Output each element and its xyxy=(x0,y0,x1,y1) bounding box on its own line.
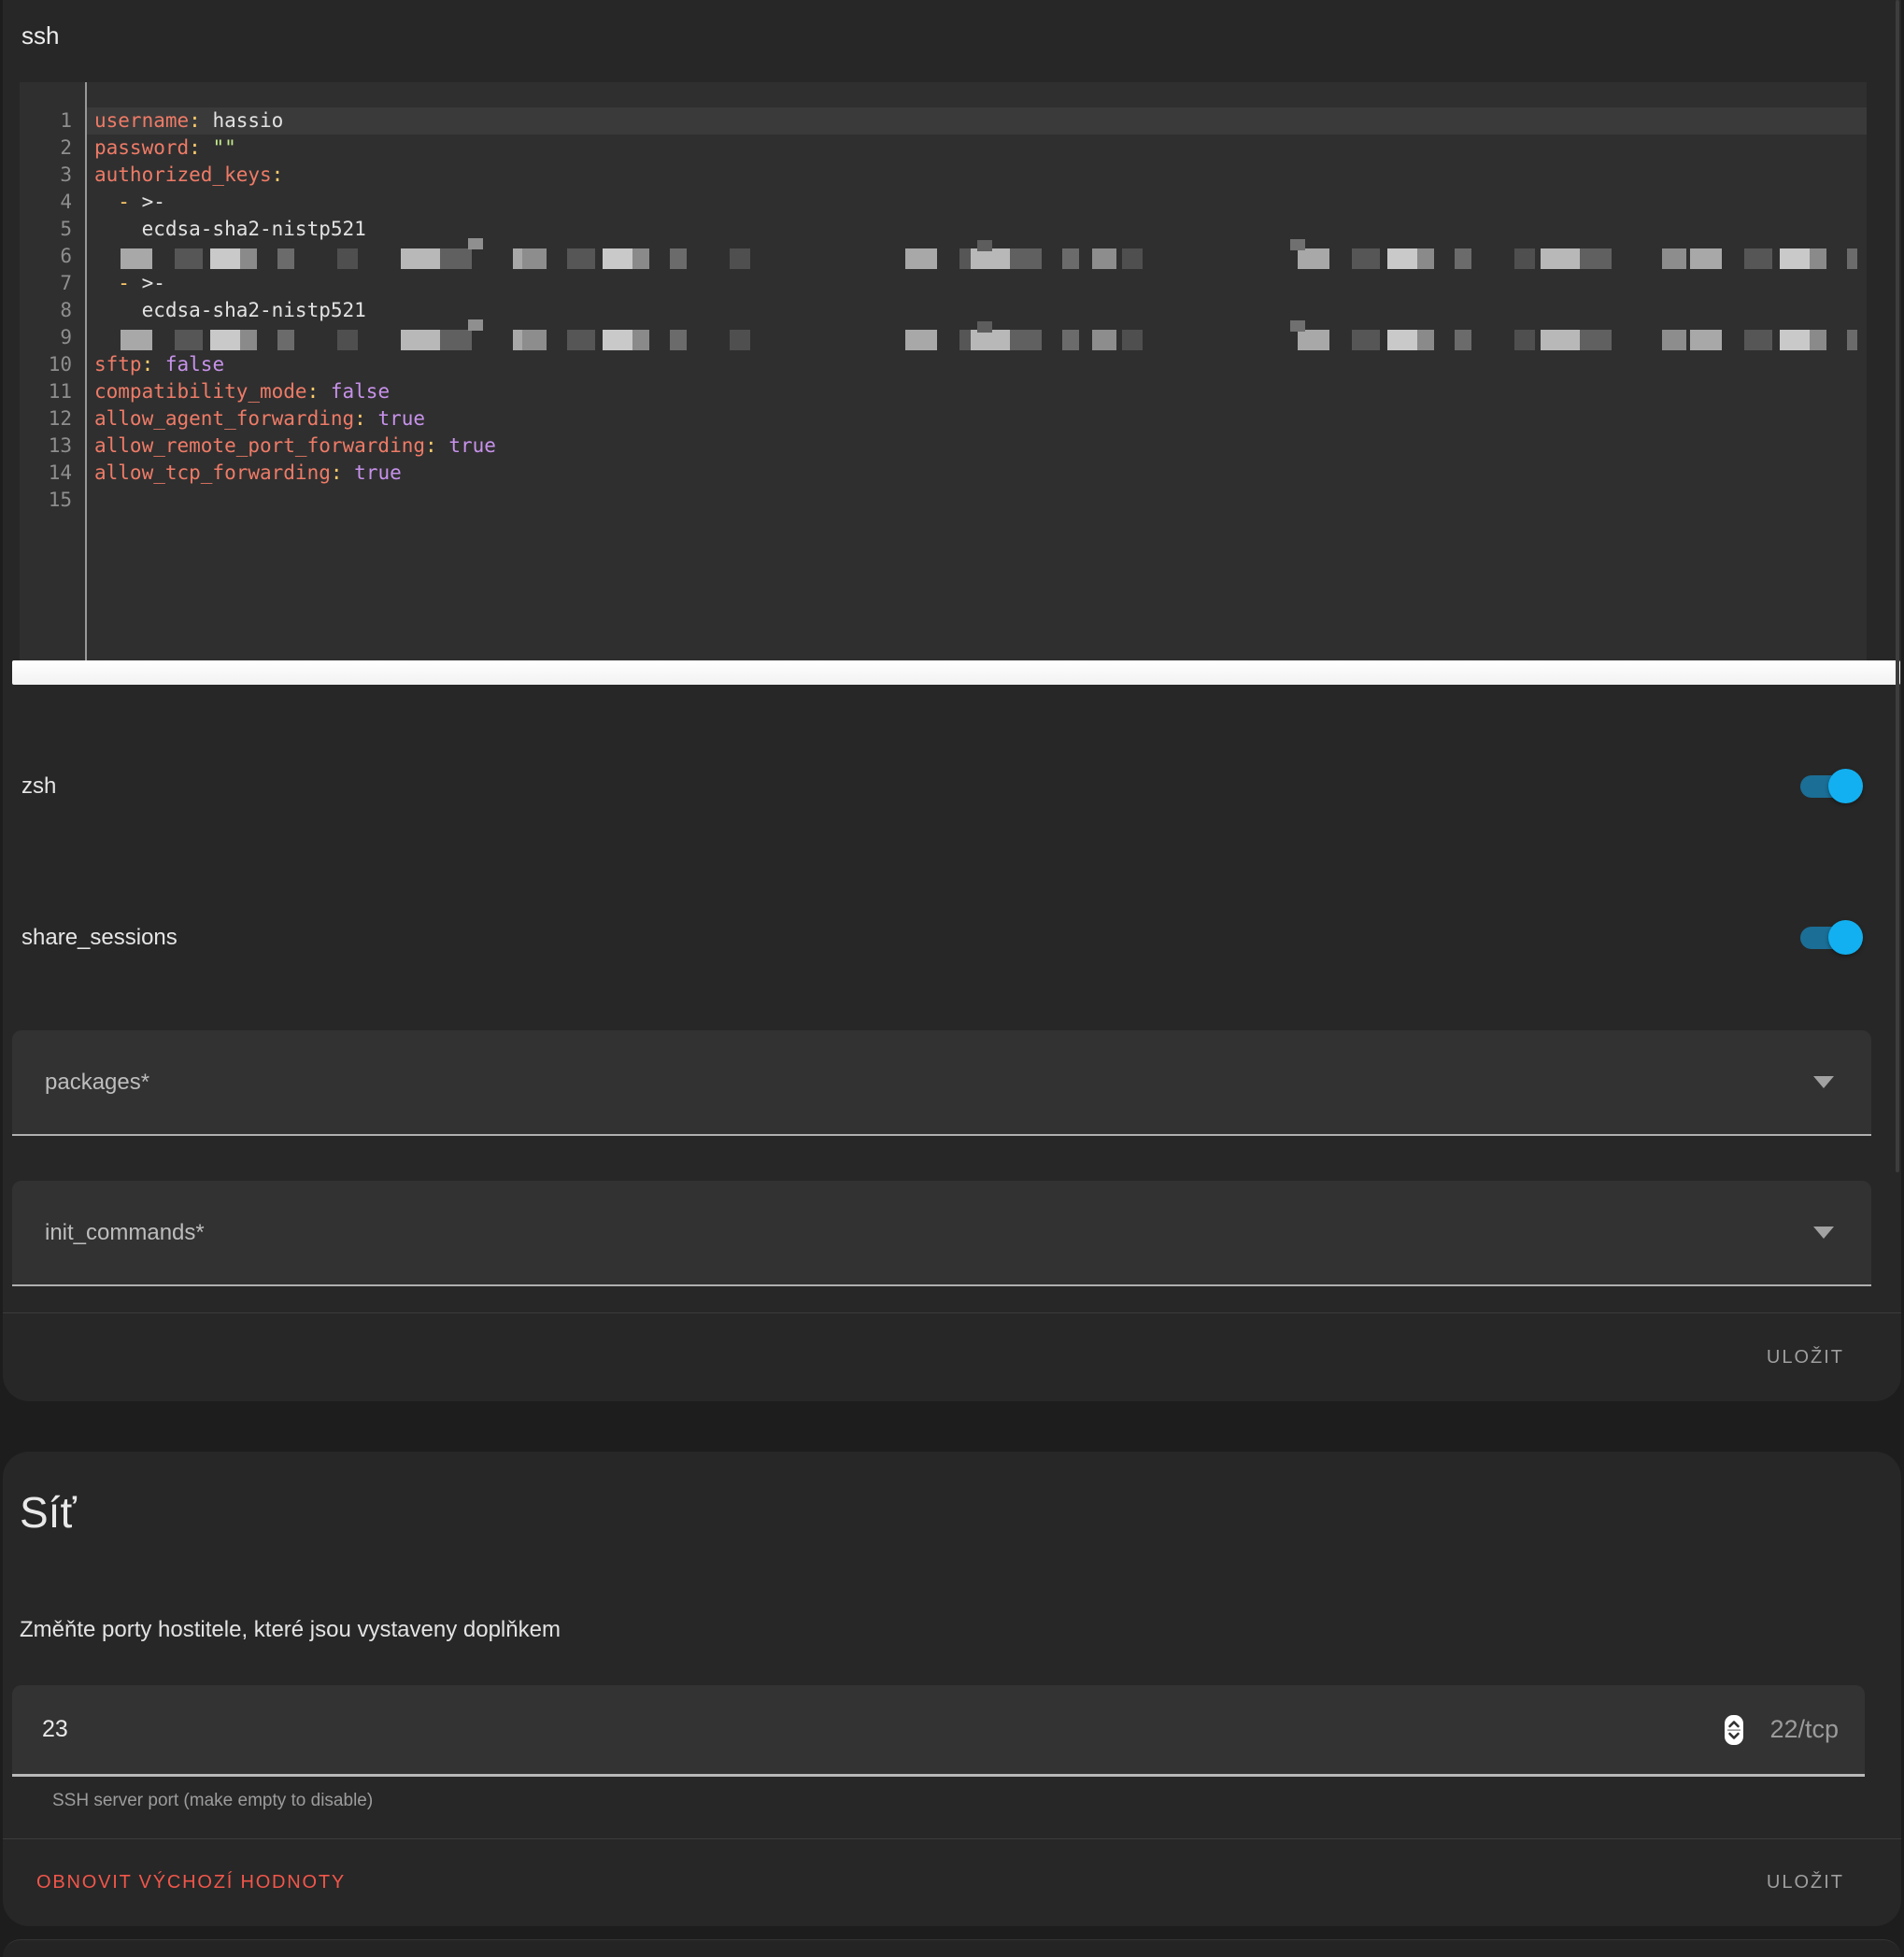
yaml-config-editor[interactable]: 1username: hassio2password: ""3authorize… xyxy=(20,82,1867,660)
reset-defaults-button[interactable]: OBNOVIT VÝCHOZÍ HODNOTY xyxy=(31,1871,351,1894)
network-card-footer: OBNOVIT VÝCHOZÍ HODNOTY ULOŽIT xyxy=(3,1838,1901,1926)
code-line: 10sftp: false xyxy=(20,351,1867,378)
ssh-config-card: ssh 1username: hassio2password: ""3autho… xyxy=(3,0,1901,1401)
line-number: 13 xyxy=(20,433,85,460)
code-line: 9 xyxy=(20,324,1867,351)
line-number: 8 xyxy=(20,297,85,324)
code-line: 7 - >- xyxy=(20,270,1867,297)
save-button[interactable]: ULOŽIT xyxy=(1761,1346,1850,1369)
line-number: 9 xyxy=(20,324,85,351)
chevron-down-icon xyxy=(1813,1227,1834,1239)
toggle-knob xyxy=(1828,769,1863,803)
init-commands-dropdown-label: init_commands* xyxy=(45,1220,205,1246)
zsh-toggle-row: zsh xyxy=(17,766,1887,807)
code-line: 1username: hassio xyxy=(20,107,1867,135)
yaml-code-lines: 1username: hassio2password: ""3authorize… xyxy=(20,82,1867,514)
share-sessions-toggle-row: share_sessions xyxy=(17,917,1887,958)
line-number: 1 xyxy=(20,107,85,135)
network-section-description: Změňte porty hostitele, které jsou vysta… xyxy=(17,1616,1887,1644)
line-number: 14 xyxy=(20,460,85,487)
line-number: 6 xyxy=(20,243,85,270)
line-number: 3 xyxy=(20,162,85,189)
code-line: 6 xyxy=(20,243,1867,270)
share-sessions-toggle-label: share_sessions xyxy=(17,925,178,951)
ssh-port-helper-text: SSH server port (make empty to disable) xyxy=(52,1790,1887,1812)
code-line: 12allow_agent_forwarding: true xyxy=(20,405,1867,433)
line-number: 7 xyxy=(20,270,85,297)
redacted-ssh-key xyxy=(121,330,1857,350)
editor-horizontal-scrollbar[interactable] xyxy=(12,660,1900,685)
init-commands-dropdown[interactable]: init_commands* xyxy=(12,1181,1871,1286)
port-stepper-icon[interactable] xyxy=(1725,1715,1743,1745)
container-port-label: 22/tcp xyxy=(1769,1715,1839,1744)
share-sessions-toggle[interactable] xyxy=(1800,920,1863,956)
network-card: Síť Změňte porty hostitele, které jsou v… xyxy=(3,1452,1901,1926)
redacted-ssh-key xyxy=(121,248,1857,269)
code-line: 4 - >- xyxy=(20,189,1867,216)
packages-dropdown[interactable]: packages* xyxy=(12,1030,1871,1136)
chevron-down-icon xyxy=(1813,1076,1834,1088)
code-line: 5 ecdsa-sha2-nistp521 xyxy=(20,216,1867,243)
line-number: 15 xyxy=(20,487,85,514)
line-number: 11 xyxy=(20,378,85,405)
line-number: 2 xyxy=(20,135,85,162)
code-line: 14allow_tcp_forwarding: true xyxy=(20,460,1867,487)
page-scrollbar[interactable] xyxy=(1896,0,1899,1172)
ssh-card-footer: ULOŽIT xyxy=(3,1312,1901,1401)
code-line: 3authorized_keys: xyxy=(20,162,1867,189)
code-line: 11compatibility_mode: false xyxy=(20,378,1867,405)
line-number: 5 xyxy=(20,216,85,243)
code-line: 13allow_remote_port_forwarding: true xyxy=(20,433,1867,460)
line-number: 4 xyxy=(20,189,85,216)
code-line: 15 xyxy=(20,487,1867,514)
zsh-toggle[interactable] xyxy=(1800,769,1863,804)
code-line: 8 ecdsa-sha2-nistp521 xyxy=(20,297,1867,324)
next-card-top-edge xyxy=(3,1939,1901,1957)
code-line: 2password: "" xyxy=(20,135,1867,162)
ssh-port-input[interactable] xyxy=(40,1715,418,1744)
line-number: 12 xyxy=(20,405,85,433)
zsh-toggle-label: zsh xyxy=(17,773,56,800)
line-number: 10 xyxy=(20,351,85,378)
ssh-config-label: ssh xyxy=(17,0,1887,50)
packages-dropdown-label: packages* xyxy=(45,1070,149,1096)
toggle-knob xyxy=(1828,920,1863,955)
network-section-title: Síť xyxy=(17,1452,1887,1539)
ssh-port-field[interactable]: 22/tcp xyxy=(12,1685,1865,1777)
save-button[interactable]: ULOŽIT xyxy=(1761,1871,1850,1894)
